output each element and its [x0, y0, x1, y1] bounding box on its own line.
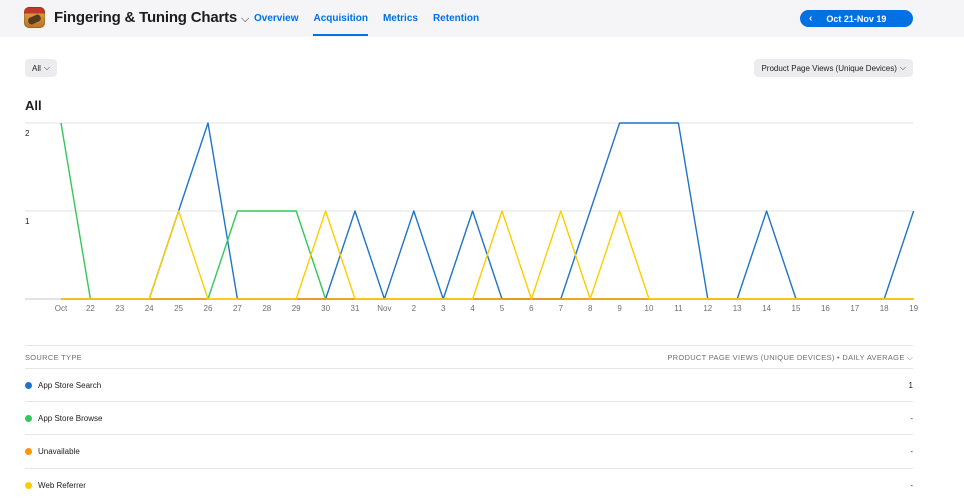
x-tick-label: 29 — [292, 304, 301, 313]
source-name: Web Referrer — [38, 481, 86, 490]
y-tick-label: 1 — [25, 217, 30, 226]
y-tick-label: 2 — [25, 129, 30, 138]
source-value: - — [910, 414, 913, 423]
source-value: - — [910, 447, 913, 456]
x-tick-label: 13 — [733, 304, 742, 313]
table-row[interactable]: App Store Browse - — [25, 413, 913, 425]
x-tick-label: 9 — [617, 304, 622, 313]
x-tick-label: 31 — [351, 304, 360, 313]
series-color-dot — [25, 415, 32, 422]
x-tick-label: 15 — [792, 304, 801, 313]
x-tick-label: 4 — [470, 304, 475, 313]
table-row[interactable]: App Store Search 1 — [25, 380, 913, 392]
x-tick-label: 10 — [645, 304, 654, 313]
x-tick-label: 3 — [441, 304, 446, 313]
x-tick-label: 11 — [674, 304, 683, 313]
divider — [25, 368, 913, 369]
series-line — [61, 210, 914, 300]
source-name: App Store Browse — [38, 414, 103, 423]
x-tick-label: Oct — [55, 304, 68, 313]
x-tick-label: 19 — [909, 304, 918, 313]
divider — [25, 468, 913, 469]
table-row[interactable]: Web Referrer - — [25, 480, 913, 492]
source-name: App Store Search — [38, 381, 102, 390]
divider — [25, 434, 913, 435]
x-tick-label: 23 — [115, 304, 124, 313]
x-tick-label: 5 — [500, 304, 505, 313]
x-tick-label: 30 — [321, 304, 330, 313]
x-tick-label: 18 — [880, 304, 889, 313]
divider — [25, 401, 913, 402]
source-name: Unavailable — [38, 447, 80, 456]
divider — [25, 345, 913, 346]
line-chart: 21Oct 22 23 24 25 26 27 28 29 30 31 Nov 2 3 4 5 6 7 8 9 10 11… — [25, 122, 919, 313]
x-tick-label: 7 — [559, 304, 564, 313]
x-tick-label: 25 — [174, 304, 183, 313]
x-tick-label: 17 — [850, 304, 859, 313]
table-header-metric[interactable]: PRODUCT PAGE VIEWS (UNIQUE DEVICES) • DA… — [667, 353, 913, 363]
x-tick-label: 12 — [703, 304, 712, 313]
x-tick-label: 26 — [204, 304, 213, 313]
x-tick-label: Nov — [377, 304, 391, 313]
x-tick-label: 27 — [233, 304, 242, 313]
x-tick-label: 14 — [762, 304, 771, 313]
table-header-source-type: SOURCE TYPE — [25, 353, 82, 362]
x-tick-label: 6 — [529, 304, 534, 313]
x-tick-label: 2 — [412, 304, 417, 313]
x-tick-label: 22 — [86, 304, 95, 313]
series-color-dot — [25, 382, 32, 389]
x-tick-label: 8 — [588, 304, 593, 313]
source-value: 1 — [908, 381, 913, 390]
x-tick-label: 24 — [145, 304, 154, 313]
table-row[interactable]: Unavailable - — [25, 446, 913, 458]
series-color-dot — [25, 448, 32, 455]
source-value: - — [910, 481, 913, 490]
series-color-dot — [25, 482, 32, 489]
x-tick-label: 28 — [262, 304, 271, 313]
x-tick-label: 16 — [821, 304, 830, 313]
